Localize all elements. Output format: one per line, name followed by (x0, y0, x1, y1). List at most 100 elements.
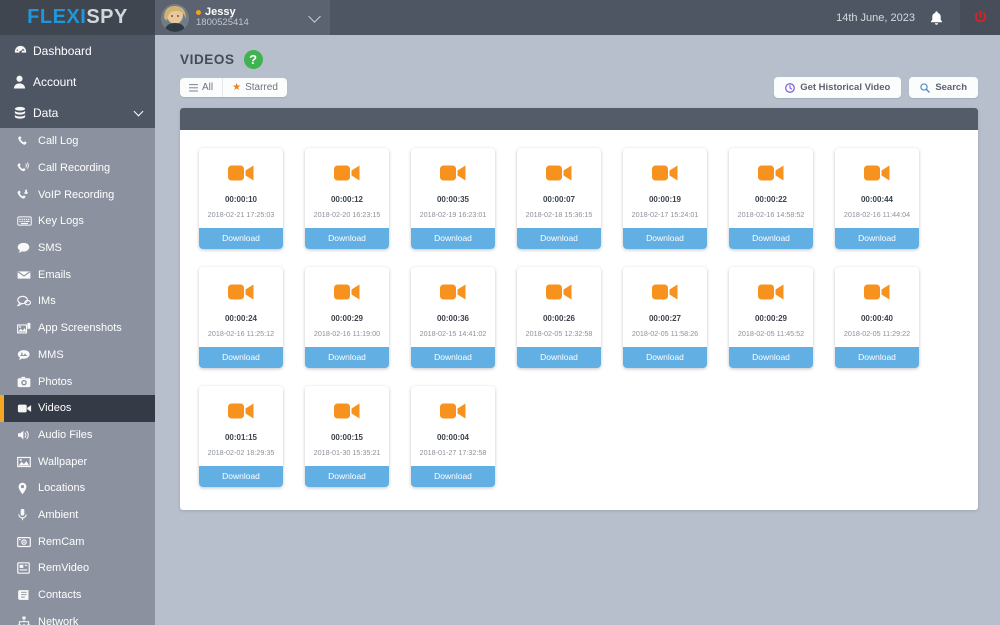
chevron-down-icon[interactable] (308, 10, 321, 23)
download-button[interactable]: Download (835, 228, 919, 249)
mms-bubble-icon (17, 349, 38, 361)
video-datetime: 2018-02-16 11:19:00 (313, 329, 381, 338)
sidebar-item-label: Account (33, 74, 77, 89)
filter-all-button[interactable]: All (180, 78, 222, 97)
sidebar-item-call-recording[interactable]: Call Recording (0, 155, 155, 182)
sidebar-item-ambient[interactable]: Ambient (0, 502, 155, 529)
sidebar-item-mms[interactable]: MMS (0, 342, 155, 369)
sidebar-item-account[interactable]: Account (0, 66, 155, 97)
chevron-down-icon[interactable] (133, 106, 144, 117)
sidebar-item-ims[interactable]: IMs (0, 288, 155, 315)
video-camera-icon (440, 267, 466, 315)
video-datetime: 2018-02-15 14:41:02 (419, 329, 487, 338)
video-card[interactable]: 00:00:35 2018-02-19 16:23:01 Download (411, 148, 495, 249)
video-card[interactable]: 00:00:19 2018-02-17 15:24:01 Download (623, 148, 707, 249)
video-card[interactable]: 00:00:07 2018-02-18 15:36:15 Download (517, 148, 601, 249)
video-card[interactable]: 00:00:29 2018-02-16 11:19:00 Download (305, 267, 389, 368)
video-duration: 00:00:10 (224, 195, 258, 204)
sidebar[interactable]: Dashboard Account Data Call Log Call Rec… (0, 35, 155, 625)
list-icon (189, 83, 198, 92)
video-card[interactable]: 00:00:15 2018-01-30 15:35:21 Download (305, 386, 389, 487)
sidebar-item-photos[interactable]: Photos (0, 368, 155, 395)
video-card[interactable]: 00:00:24 2018-02-16 11:25:12 Download (199, 267, 283, 368)
sidebar-item-remcam[interactable]: RemCam (0, 528, 155, 555)
video-card[interactable]: 00:00:04 2018-01-27 17:32:58 Download (411, 386, 495, 487)
sidebar-item-key-logs[interactable]: Key Logs (0, 208, 155, 235)
video-camera-icon (228, 386, 254, 434)
sidebar-item-dashboard[interactable]: Dashboard (0, 35, 155, 66)
download-button[interactable]: Download (729, 347, 813, 368)
download-button[interactable]: Download (517, 228, 601, 249)
video-card[interactable]: 00:00:12 2018-02-20 16:23:15 Download (305, 148, 389, 249)
download-button[interactable]: Download (517, 347, 601, 368)
sidebar-item-sms[interactable]: SMS (0, 235, 155, 262)
video-card[interactable]: 00:00:22 2018-02-16 14:58:52 Download (729, 148, 813, 249)
download-button[interactable]: Download (305, 466, 389, 487)
sidebar-item-data[interactable]: Data (0, 97, 155, 128)
video-card[interactable]: 00:00:40 2018-02-05 11:29:22 Download (835, 267, 919, 368)
sidebar-item-label: Wallpaper (38, 455, 88, 468)
download-button[interactable]: Download (411, 347, 495, 368)
image-icon (17, 456, 38, 468)
video-camera-icon (440, 386, 466, 434)
video-card[interactable]: 00:00:27 2018-02-05 11:58:26 Download (623, 267, 707, 368)
sidebar-item-audio-files[interactable]: Audio Files (0, 422, 155, 449)
brand-logo-spy: SPY (86, 6, 128, 28)
sidebar-item-network[interactable]: Network (0, 608, 155, 625)
download-button[interactable]: Download (199, 347, 283, 368)
sidebar-item-label: App Screenshots (38, 322, 122, 335)
download-button[interactable]: Download (305, 228, 389, 249)
sidebar-item-locations[interactable]: Locations (0, 475, 155, 502)
sidebar-item-label: Photos (38, 375, 73, 388)
help-badge[interactable]: ? (243, 50, 263, 69)
filter-toggle-group[interactable]: All ★ Starred (180, 78, 287, 97)
video-duration: 00:00:12 (330, 195, 364, 204)
download-button[interactable]: Download (623, 228, 707, 249)
video-card[interactable]: 00:01:15 2018-02-02 18:29:35 Download (199, 386, 283, 487)
sidebar-item-emails[interactable]: Emails (0, 261, 155, 288)
video-datetime: 2018-02-05 11:58:26 (631, 329, 699, 338)
video-card[interactable]: 00:00:10 2018-02-21 17:25:03 Download (199, 148, 283, 249)
video-card[interactable]: 00:00:26 2018-02-05 12:32:58 Download (517, 267, 601, 368)
sidebar-item-wallpaper[interactable]: Wallpaper (0, 448, 155, 475)
refresh-circle-icon (785, 82, 796, 93)
video-card[interactable]: 00:00:36 2018-02-15 14:41:02 Download (411, 267, 495, 368)
brand-logo[interactable]: FLEXISPY (0, 0, 155, 35)
video-card[interactable]: 00:00:29 2018-02-05 11:45:52 Download (729, 267, 813, 368)
video-duration: 00:00:04 (436, 433, 470, 442)
search-icon (920, 82, 931, 93)
download-button[interactable]: Download (411, 228, 495, 249)
sidebar-item-videos[interactable]: Videos (0, 394, 155, 422)
download-button[interactable]: Download (623, 347, 707, 368)
search-button[interactable]: Search (909, 77, 978, 98)
get-historical-video-button[interactable]: Get Historical Video (774, 77, 902, 98)
video-camera-icon (758, 267, 784, 315)
video-datetime: 2018-02-05 11:29:22 (843, 329, 911, 338)
videos-grid: 00:00:10 2018-02-21 17:25:03 Download 00… (192, 148, 966, 487)
download-button[interactable]: Download (305, 347, 389, 368)
video-duration: 00:00:29 (330, 314, 364, 323)
sidebar-item-contacts[interactable]: Contacts (0, 582, 155, 609)
video-camera-icon (864, 267, 890, 315)
download-button[interactable]: Download (835, 347, 919, 368)
download-button[interactable]: Download (199, 228, 283, 249)
video-datetime: 2018-02-02 18:29:35 (207, 448, 275, 457)
video-camera-icon (228, 148, 254, 196)
user-selector[interactable]: Jessy 1800525414 (155, 0, 330, 35)
download-button[interactable]: Download (729, 228, 813, 249)
video-datetime: 2018-01-27 17:32:58 (419, 448, 487, 457)
envelope-icon (17, 270, 38, 280)
sidebar-item-call-log[interactable]: Call Log (0, 128, 155, 155)
download-button[interactable]: Download (411, 466, 495, 487)
video-duration: 00:00:44 (860, 195, 894, 204)
sidebar-item-remvideo[interactable]: RemVideo (0, 555, 155, 582)
sidebar-item-app-screenshots[interactable]: App Screenshots (0, 315, 155, 342)
sidebar-item-voip-recording[interactable]: VoIP Recording (0, 181, 155, 208)
sidebar-item-label: Dashboard (33, 43, 92, 58)
download-button[interactable]: Download (199, 466, 283, 487)
filter-starred-button[interactable]: ★ Starred (222, 78, 287, 97)
bell-icon[interactable] (929, 10, 960, 26)
logout-power-button[interactable] (960, 0, 1000, 35)
video-card[interactable]: 00:00:44 2018-02-16 11:44:04 Download (835, 148, 919, 249)
panel-title-bar (180, 108, 978, 130)
